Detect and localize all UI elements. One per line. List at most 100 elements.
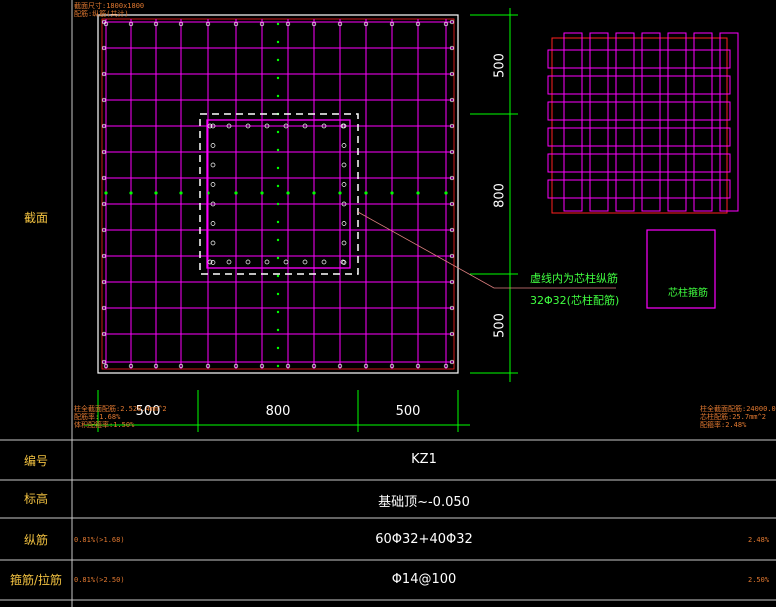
note-right-1: 芯柱配筋:25.7mm^2 xyxy=(700,413,766,421)
row-label-id: 编号 xyxy=(23,454,48,468)
core-bar xyxy=(210,240,216,246)
core-bar xyxy=(210,221,216,226)
note-left-0: 柱全截面配筋:2.528.4mm^2 xyxy=(74,405,167,413)
core-bar xyxy=(245,259,251,265)
tie-marker xyxy=(416,191,420,195)
long-ratio-right: 2.48% xyxy=(748,536,770,544)
tie-marker xyxy=(276,328,280,332)
dim-right-2: 800 xyxy=(492,183,508,208)
callout-core-spec: 32Φ32(芯柱配筋) xyxy=(530,294,620,307)
tie-marker xyxy=(312,191,316,195)
tie-marker xyxy=(364,191,368,195)
tie-marker xyxy=(260,191,264,195)
stir-ratio-right: 2.50% xyxy=(748,576,770,584)
core-stirrup-label: 芯柱箍筋 xyxy=(668,288,708,299)
tie-marker xyxy=(286,191,290,195)
note-right-2: 配箍率:2.48% xyxy=(700,421,747,429)
core-bar xyxy=(210,143,216,148)
core-detail-vertical-tie xyxy=(693,32,713,212)
dim-right-1: 500 xyxy=(492,53,508,78)
stirrup-value: Φ14@100 xyxy=(391,572,457,587)
tie-marker xyxy=(276,94,280,98)
tie-marker xyxy=(276,346,280,350)
core-bar xyxy=(341,182,347,187)
tie-marker xyxy=(276,76,280,80)
tie-marker xyxy=(276,310,280,314)
tie-marker xyxy=(276,274,280,278)
core-detail-horizontal-tie xyxy=(547,101,731,121)
core-detail-vertical-tie xyxy=(719,32,739,212)
core-bar xyxy=(283,259,289,265)
core-bar xyxy=(341,240,347,246)
tie-marker xyxy=(276,364,280,368)
dim-right-3: 500 xyxy=(492,313,508,338)
core-detail-grid xyxy=(547,32,739,212)
core-bars xyxy=(207,123,347,265)
row-label-longitudinal: 纵筋 xyxy=(23,533,48,547)
core-detail-vertical-tie xyxy=(563,32,583,212)
tie-marker xyxy=(276,166,280,170)
core-detail-horizontal-tie xyxy=(547,179,731,199)
tie-marker xyxy=(276,184,280,188)
notes-top: 截面尺寸:1800x1800 配筋:纵筋(共计) xyxy=(74,2,144,18)
tie-marker xyxy=(179,191,183,195)
dimension-lines xyxy=(84,8,518,432)
core-bar xyxy=(264,259,270,265)
note-left-1: 配筋率:1.68% xyxy=(74,413,121,421)
note-top-1: 配筋:纵筋(共计) xyxy=(74,10,129,18)
callout-core-bars: 虚线内为芯柱纵筋 xyxy=(530,272,618,285)
core-bar xyxy=(321,259,327,265)
tie-marker xyxy=(276,220,280,224)
stir-ratio-left: 0.81%(>2.50) xyxy=(74,576,125,584)
note-top-0: 截面尺寸:1800x1800 xyxy=(74,2,145,10)
long-ratio-left: 0.81%(>1.68) xyxy=(74,536,125,544)
note-left-2: 体积配箍率:1.50% xyxy=(74,421,135,429)
tie-marker xyxy=(444,191,448,195)
tie-marker xyxy=(129,191,133,195)
tie-marker xyxy=(390,191,394,195)
tie-marker xyxy=(104,191,108,195)
core-inner-rect xyxy=(206,119,351,269)
tie-marker xyxy=(338,191,342,195)
dim-bottom-3: 500 xyxy=(395,404,421,419)
section-outline xyxy=(97,14,459,374)
row-label-stirrup: 箍筋/拉筋 xyxy=(9,573,63,587)
core-dashed-boundary xyxy=(199,113,359,275)
tie-marker xyxy=(234,191,238,195)
row-label-section: 截面 xyxy=(23,211,48,225)
core-bar xyxy=(341,143,347,148)
core-detail-vertical-tie xyxy=(641,32,661,212)
note-right-0: 柱全截面配筋:24000.0mm^2 xyxy=(700,405,776,413)
core-bar xyxy=(341,221,347,226)
core-detail-horizontal-tie xyxy=(547,153,731,173)
tie-marker xyxy=(154,191,158,195)
elevation-value: 基础顶~-0.050 xyxy=(378,495,470,510)
core-detail-vertical-tie xyxy=(615,32,635,212)
core-detail-outline xyxy=(551,37,728,214)
row-label-elevation: 标高 xyxy=(23,492,48,506)
dim-bottom-2: 800 xyxy=(265,404,291,419)
core-bar xyxy=(226,259,232,265)
longitudinal-value: 60Φ32+40Φ32 xyxy=(375,532,473,547)
tie-marker xyxy=(276,202,280,206)
column-id: KZ1 xyxy=(411,452,437,467)
tie-marker xyxy=(276,58,280,62)
tie-marker xyxy=(276,148,280,152)
tie-marker xyxy=(276,256,280,260)
tie-marker xyxy=(276,40,280,44)
core-detail-horizontal-tie xyxy=(547,75,731,95)
core-detail-vertical-tie xyxy=(589,32,609,212)
cad-drawing xyxy=(0,0,776,607)
tie-marker xyxy=(276,292,280,296)
tie-marker xyxy=(276,22,280,26)
core-bar xyxy=(210,162,216,168)
core-bar xyxy=(302,259,308,265)
core-detail-vertical-tie xyxy=(667,32,687,212)
core-detail-horizontal-tie xyxy=(547,127,731,147)
core-detail-horizontal-tie xyxy=(547,49,731,69)
core-bar xyxy=(341,162,347,168)
tie-marker xyxy=(276,238,280,242)
notes-left: 柱全截面配筋:2.528.4mm^2 配筋率:1.68% 体积配箍率:1.50% xyxy=(74,405,167,429)
tie-marker xyxy=(276,130,280,134)
notes-right: 柱全截面配筋:24000.0mm^2 芯柱配筋:25.7mm^2 配箍率:2.4… xyxy=(700,405,776,429)
